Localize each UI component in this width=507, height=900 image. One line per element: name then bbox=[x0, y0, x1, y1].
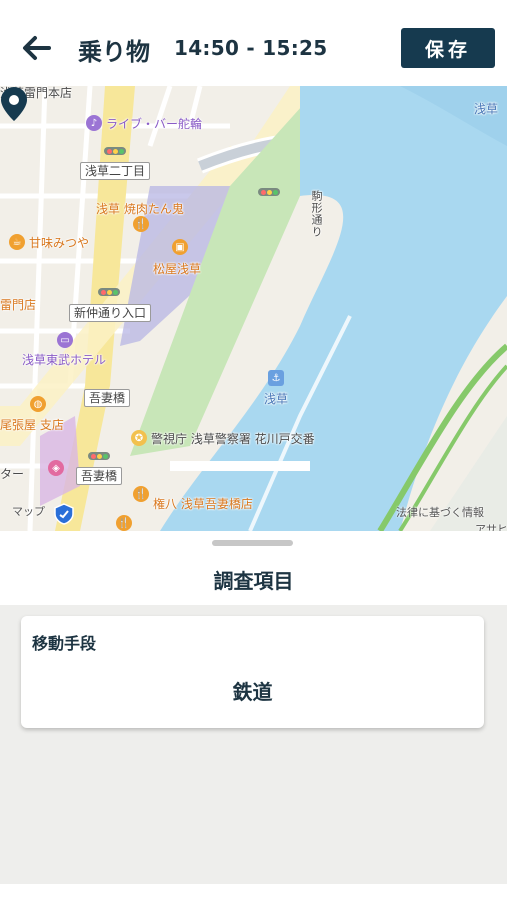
map-label-owariya: 尾張屋 支店 bbox=[0, 418, 64, 432]
shop-poi-icon: ▣ bbox=[172, 239, 188, 255]
map-label-tobu-hotel: 浅草東武ホテル bbox=[22, 353, 107, 367]
app-header: 乗り物 14:50 - 15:25 保存 bbox=[0, 0, 507, 86]
traffic-light-icon bbox=[98, 288, 120, 296]
map-label-shinnakamise: 新仲通り入口 bbox=[69, 304, 152, 322]
bottom-bar bbox=[0, 884, 507, 900]
map-label-kaminarimon: 雷門店 bbox=[0, 298, 37, 312]
map-label-asakusa-2chome: 浅草二丁目 bbox=[80, 162, 151, 180]
cafe-poi-icon: ☕ bbox=[9, 234, 25, 250]
page-title: 乗り物 bbox=[78, 38, 150, 66]
card-value: 鉄道 bbox=[232, 680, 273, 704]
map-view[interactable]: 浅草雷門本店 ♪ ライブ・バー舵輪 浅草二丁目 浅草 焼肉たん鬼 🍴 ☕ 甘味み… bbox=[0, 86, 507, 531]
restaurant-poi-icon: 🍴 bbox=[133, 216, 149, 232]
map-label-center-left: ター bbox=[0, 467, 25, 481]
save-button[interactable]: 保存 bbox=[401, 28, 495, 68]
transport-mode-card[interactable]: 移動手段 鉄道 bbox=[21, 616, 484, 728]
apple-maps-credit: マップ bbox=[12, 503, 45, 519]
traffic-light-icon bbox=[258, 188, 280, 196]
sheet-title: 調査項目 bbox=[213, 569, 294, 593]
map-label-gonpachi: 権八 浅草吾妻橋店 bbox=[153, 497, 253, 511]
map-label-asakusa-top-right: 浅草 bbox=[474, 102, 499, 116]
restaurant-poi-icon: 🍴 bbox=[133, 486, 149, 502]
police-poi-icon: ✪ bbox=[131, 430, 147, 446]
ferry-poi-icon: ⚓ bbox=[268, 370, 284, 386]
map-label-azumabashi-2: 吾妻橋 bbox=[76, 467, 123, 485]
maps-credit-text: マップ bbox=[12, 505, 45, 518]
asahi-credit: アサヒ bbox=[475, 523, 507, 531]
card-label: 移動手段 bbox=[32, 634, 97, 653]
time-range: 14:50 - 15:25 bbox=[174, 36, 328, 60]
map-label-amami: 甘味みつや bbox=[29, 236, 90, 250]
legal-credit[interactable]: 法律に基づく情報 bbox=[396, 504, 484, 520]
music-poi-icon: ♪ bbox=[86, 115, 102, 131]
back-button[interactable] bbox=[18, 30, 54, 66]
sheet-header: 調査項目 bbox=[0, 531, 507, 605]
map-label-azumabashi-1: 吾妻橋 bbox=[84, 389, 131, 407]
map-label-asakusa-station: 浅草 bbox=[264, 392, 289, 406]
map-label-yakiniku: 浅草 焼肉たん鬼 bbox=[96, 202, 184, 216]
location-shield-icon[interactable] bbox=[52, 502, 76, 526]
map-label-road: 駒形通り bbox=[310, 190, 323, 238]
map-label-matsuya: 松屋浅草 bbox=[153, 262, 202, 276]
bottom-sheet: 調査項目 移動手段 鉄道 bbox=[0, 531, 507, 900]
map-label-live-bar: ライブ・バー舵輪 bbox=[106, 117, 203, 131]
traffic-light-icon bbox=[104, 147, 126, 155]
arrow-left-icon bbox=[23, 36, 51, 60]
traffic-light-icon bbox=[88, 452, 110, 460]
restaurant-poi-icon: 🍴 bbox=[116, 515, 132, 531]
hotel-poi-icon: ▭ bbox=[57, 332, 73, 348]
map-label-keishicho: 警視庁 浅草警察署 花川戸交番 bbox=[151, 432, 315, 446]
shopping-poi-icon: ◈ bbox=[48, 460, 64, 476]
shop-poi-icon: ◍ bbox=[30, 396, 46, 412]
location-pin-icon[interactable] bbox=[0, 86, 28, 122]
drag-handle[interactable] bbox=[212, 540, 293, 546]
